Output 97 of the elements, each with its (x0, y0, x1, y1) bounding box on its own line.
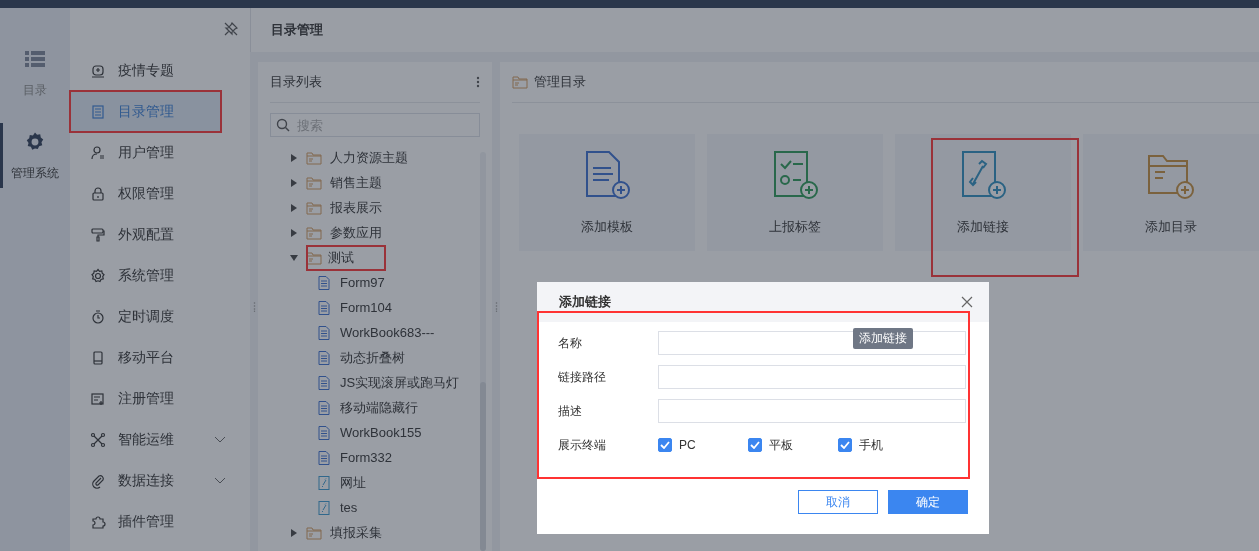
tree-item[interactable]: 动态折叠树 (340, 348, 405, 367)
nav-item[interactable]: 疫情专题 (70, 50, 250, 91)
action-card[interactable]: 添加模板 (519, 134, 695, 251)
tree-folder[interactable]: 参数应用 (330, 223, 382, 242)
settings-icon (90, 267, 106, 284)
tree-item[interactable]: tes (340, 500, 358, 515)
folder-icon (306, 225, 322, 240)
cancel-button[interactable]: 取消 (798, 490, 878, 514)
user-icon (90, 144, 106, 161)
action-card[interactable]: 添加目录 (1083, 134, 1259, 251)
document-icon (316, 400, 332, 415)
link-icon (316, 500, 332, 515)
tree-item[interactable]: WorkBook683--- (340, 325, 435, 340)
link-add-icon (959, 149, 1007, 200)
search-icon (276, 118, 290, 132)
nav-item[interactable]: 权限管理 (70, 173, 250, 214)
caret-right-icon[interactable] (290, 178, 298, 187)
confirm-button[interactable]: 确定 (888, 490, 968, 514)
checkbox[interactable] (748, 438, 762, 452)
tree-item[interactable]: 移动端隐藏行 (340, 398, 418, 417)
tree-folder[interactable]: 测试 (308, 246, 384, 269)
checkbox[interactable] (838, 438, 852, 452)
nodes-icon (90, 431, 106, 448)
caret-right-icon[interactable] (290, 203, 298, 212)
pin-icon[interactable] (224, 22, 238, 36)
nav-item[interactable]: 数据连接 (70, 460, 250, 501)
document-icon (316, 375, 332, 390)
input-field[interactable] (658, 399, 966, 423)
field-label: 链接路径 (558, 368, 607, 386)
page-title: 目录管理 (250, 8, 1259, 52)
nav-item[interactable]: 智能运维 (70, 419, 250, 460)
puzzle-icon (90, 513, 106, 530)
tree-item[interactable]: Form104 (340, 300, 393, 315)
list-icon (24, 48, 46, 70)
input-field[interactable] (658, 331, 966, 355)
phone-icon (90, 349, 106, 366)
chevron-down-icon[interactable] (214, 435, 226, 444)
lock-icon (90, 185, 106, 202)
document-add-icon (583, 149, 631, 200)
document-icon (316, 425, 332, 440)
timer-icon (90, 308, 106, 325)
nav-item[interactable]: 系统管理 (70, 255, 250, 296)
field-label: 描述 (558, 402, 583, 420)
panel-title: 管理目录 (534, 73, 586, 91)
caret-down-icon[interactable] (290, 253, 298, 262)
drag-handle-icon[interactable] (252, 301, 256, 312)
doc-icon (90, 103, 106, 120)
caret-right-icon[interactable] (290, 528, 298, 537)
tree-folder[interactable]: 人力资源主题 (330, 148, 408, 167)
panel-title: 目录列表 (270, 73, 322, 91)
folder-icon (306, 525, 322, 540)
nav-item[interactable]: 用户管理 (70, 132, 250, 173)
document-icon (316, 350, 332, 365)
tree-folder[interactable]: 填报采集 (330, 523, 382, 542)
dialog-title: 添加链接 (559, 293, 611, 311)
checkbox-label: 手机 (859, 436, 883, 454)
nav-item[interactable]: 外观配置 (70, 214, 250, 255)
tree-item[interactable]: WorkBook155 (340, 425, 422, 440)
caret-right-icon[interactable] (290, 153, 298, 162)
document-icon (316, 300, 332, 315)
checklist-add-icon (771, 149, 819, 200)
checkbox-label: PC (679, 438, 696, 452)
checkbox-label: 平板 (769, 436, 793, 454)
nav-item[interactable]: 定时调度 (70, 296, 250, 337)
document-icon (316, 275, 332, 290)
clip-icon (90, 472, 106, 489)
tooltip: 添加链接 (853, 328, 913, 349)
input-field[interactable] (658, 365, 966, 389)
folder-icon (512, 75, 528, 89)
settings-icon (24, 131, 46, 153)
checkbox[interactable] (658, 438, 672, 452)
nav-item[interactable]: 注册管理 (70, 378, 250, 419)
tree-item[interactable]: Form97 (340, 275, 385, 290)
nav-item[interactable]: 插件管理 (70, 501, 250, 542)
chevron-down-icon[interactable] (214, 476, 226, 485)
tree-folder[interactable]: 报表展示 (330, 198, 382, 217)
link-icon (316, 475, 332, 490)
folder-icon (306, 175, 322, 190)
drag-handle-icon[interactable] (494, 301, 498, 312)
folder-icon (306, 150, 322, 165)
tree-item[interactable]: Form332 (340, 450, 393, 465)
tree-item[interactable]: 网址 (340, 473, 366, 492)
close-icon[interactable] (961, 296, 973, 308)
folder-icon (306, 250, 322, 265)
caret-right-icon[interactable] (290, 228, 298, 237)
document-icon (316, 450, 332, 465)
field-label: 名称 (558, 334, 583, 352)
tree-item[interactable]: JS实现滚屏或跑马灯 (340, 373, 460, 392)
register-icon (90, 390, 106, 407)
tree-folder[interactable]: 销售主题 (330, 173, 382, 192)
document-icon (316, 325, 332, 340)
action-card[interactable]: 上报标签 (707, 134, 883, 251)
brush-icon (90, 226, 106, 243)
more-icon[interactable] (476, 76, 480, 88)
nav-item[interactable]: 移动平台 (70, 337, 250, 378)
folder-icon (306, 200, 322, 215)
field-label: 展示终端 (558, 436, 607, 454)
